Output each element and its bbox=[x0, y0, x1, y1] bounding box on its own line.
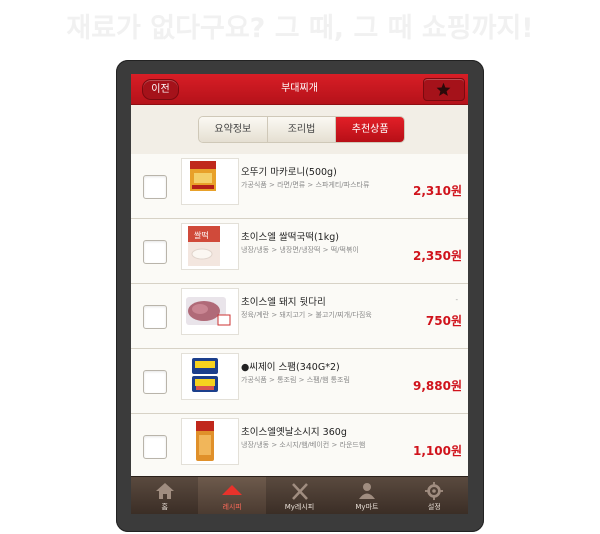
promo-headline: 재료가 없다구요? 그 때, 그 때 쇼핑까지! bbox=[66, 13, 534, 44]
product-image bbox=[181, 353, 239, 400]
nav-label: My마트 bbox=[355, 503, 379, 511]
product-checkbox[interactable] bbox=[143, 370, 167, 394]
spam-can-image bbox=[192, 358, 218, 392]
pork-meat-image bbox=[186, 297, 231, 326]
product-image bbox=[181, 288, 239, 335]
tab-summary[interactable]: 요약정보 bbox=[199, 117, 268, 142]
fork-knife-icon bbox=[291, 483, 308, 500]
product-list: 오뚜기 마카로니(500g) 가공식품 > 라면/면류 > 스파게티/파스타류 … bbox=[131, 154, 468, 476]
product-row[interactable]: ●씨제이 스팸(340G*2) 가공식품 > 통조림 > 스팸/햄 통조림 9,… bbox=[131, 349, 468, 414]
product-image bbox=[181, 158, 239, 205]
product-row[interactable]: 오뚜기 마카로니(500g) 가공식품 > 라면/면류 > 스파게티/파스타류 … bbox=[131, 154, 468, 219]
product-category: 가공식품 > 라면/면류 > 스파게티/파스타류 bbox=[241, 181, 370, 189]
product-image bbox=[181, 418, 239, 465]
product-price: 1,100원 bbox=[413, 444, 462, 458]
product-checkbox[interactable] bbox=[143, 240, 167, 264]
nav-my-mart[interactable]: My마트 bbox=[333, 477, 400, 514]
page-title: 부대찌개 bbox=[281, 83, 318, 94]
svg-text:쌀떡: 쌀떡 bbox=[194, 230, 209, 240]
product-category: 냉장/냉동 > 소시지/햄/베이컨 > 라운드햄 bbox=[241, 441, 366, 449]
product-name: 초이스엘 쌀떡국떡(1kg) bbox=[241, 232, 339, 243]
product-name: 오뚜기 마카로니(500g) bbox=[241, 167, 337, 178]
product-name: 초이스엘옛날소시지 360g bbox=[241, 427, 347, 438]
segment-tabs: 요약정보 조리법 추천상품 bbox=[198, 116, 405, 143]
product-checkbox[interactable] bbox=[143, 175, 167, 199]
title-bar: 이전 부대찌개 bbox=[131, 74, 468, 105]
back-button[interactable]: 이전 bbox=[142, 79, 179, 100]
product-category: 냉장/냉동 > 냉장면/냉장떡 > 떡/떡볶이 bbox=[241, 246, 359, 254]
home-icon bbox=[155, 483, 174, 499]
gear-icon bbox=[425, 482, 444, 500]
tab-recipe[interactable]: 조리법 bbox=[267, 117, 337, 142]
product-row[interactable]: 초이스엘옛날소시지 360g 냉장/냉동 > 소시지/햄/베이컨 > 라운드햄 … bbox=[131, 414, 468, 476]
app-screen: 이전 부대찌개 요약정보 조리법 추천상품 오뚜기 마카로니(500g) 가공식… bbox=[131, 74, 468, 514]
product-name: 초이스엘 돼지 뒷다리 bbox=[241, 297, 326, 308]
sausage-pack-image bbox=[196, 421, 214, 461]
rice-cake-bag-image: 쌀떡 bbox=[188, 226, 220, 266]
star-icon bbox=[436, 82, 451, 96]
favorite-button[interactable] bbox=[423, 78, 465, 101]
product-note: - bbox=[455, 296, 458, 304]
product-price: 2,350원 bbox=[413, 249, 462, 263]
tablet-frame: 이전 부대찌개 요약정보 조리법 추천상품 오뚜기 마카로니(500g) 가공식… bbox=[116, 60, 484, 532]
recipe-icon bbox=[222, 485, 243, 495]
product-category: 정육/계란 > 돼지고기 > 불고기/찌개/다짐육 bbox=[241, 311, 372, 319]
nav-label: 홈 bbox=[161, 503, 168, 511]
product-price: 2,310원 bbox=[413, 184, 462, 198]
nav-settings[interactable]: 설정 bbox=[401, 477, 468, 514]
product-row[interactable]: 쌀떡 초이스엘 쌀떡국떡(1kg) 냉장/냉동 > 냉장면/냉장떡 > 떡/떡볶… bbox=[131, 219, 468, 284]
product-image: 쌀떡 bbox=[181, 223, 239, 270]
product-price: 9,880원 bbox=[413, 379, 462, 393]
nav-label: My레시피 bbox=[284, 503, 315, 511]
product-checkbox[interactable] bbox=[143, 305, 167, 329]
product-name: ●씨제이 스팸(340G*2) bbox=[241, 362, 340, 373]
macaroni-bag-image bbox=[190, 161, 216, 191]
nav-my-recipe[interactable]: My레시피 bbox=[266, 477, 333, 514]
product-category: 가공식품 > 통조림 > 스팸/햄 통조림 bbox=[241, 376, 350, 384]
product-row[interactable]: 초이스엘 돼지 뒷다리 정육/계란 > 돼지고기 > 불고기/찌개/다짐육 - … bbox=[131, 284, 468, 349]
product-price: 750원 bbox=[425, 314, 462, 328]
nav-recipe[interactable]: 레시피 bbox=[198, 477, 266, 514]
nav-home[interactable]: 홈 bbox=[131, 477, 198, 514]
user-icon bbox=[358, 483, 375, 499]
tab-recommended[interactable]: 추천상품 bbox=[336, 117, 404, 142]
product-checkbox[interactable] bbox=[143, 435, 167, 459]
bottom-nav: 홈 레시피 My레시피 My마트 설정 bbox=[131, 476, 468, 514]
nav-label: 설정 bbox=[427, 503, 441, 511]
nav-label: 레시피 bbox=[222, 503, 242, 511]
